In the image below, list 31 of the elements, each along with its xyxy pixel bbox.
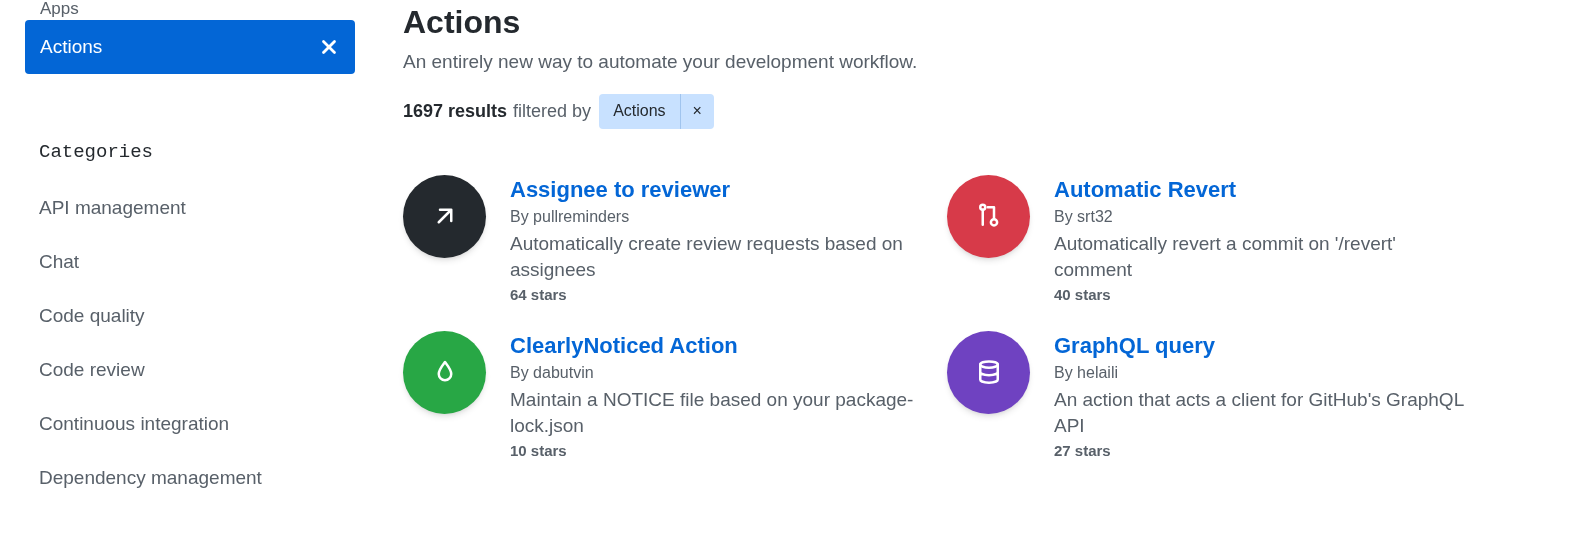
action-title-link[interactable]: Assignee to reviewer [510, 174, 731, 205]
results-text: filtered by [513, 99, 592, 123]
stars-count: 40 stars [1054, 284, 1112, 305]
page-title: Actions [403, 3, 522, 42]
chip-label: Actions [599, 93, 681, 129]
action-title-link[interactable]: Automatic Revert [1054, 174, 1237, 205]
results-count: 1697 results [403, 99, 508, 123]
stars-count: 27 stars [1054, 440, 1112, 461]
section-heading: Categories [39, 140, 155, 165]
category-link[interactable]: Code review [39, 356, 145, 383]
action-description: Automatically create review requests based on assignees [510, 231, 904, 282]
action-author: By pullreminders [510, 206, 631, 227]
stars-count: 64 stars [510, 284, 568, 305]
category-link[interactable]: API management [39, 194, 186, 221]
action-author: By helaili [1054, 362, 1120, 383]
action-description: Maintain a NOTICE file based on your package-lock.json [510, 387, 915, 438]
page-subtitle: An entirely new way to automate your development workflow. [403, 50, 919, 74]
action-author: By srt32 [1054, 206, 1114, 227]
action-title-link[interactable]: GraphQL query [1054, 330, 1215, 361]
chip-remove-button[interactable]: × [680, 93, 714, 129]
action-description: An action that acts a client for GitHub's GraphQL API [1054, 387, 1465, 438]
category-link[interactable]: Code quality [39, 302, 145, 329]
stars-count: 10 stars [510, 440, 568, 461]
action-author: By dabutvin [510, 362, 595, 383]
filter-item[interactable]: Actions [25, 20, 355, 74]
action-title-link[interactable]: ClearlyNoticed Action [510, 330, 738, 361]
action-description: Automatically revert a commit on '/revert' comment [1054, 231, 1397, 282]
filter-item[interactable]: Apps [40, 0, 79, 18]
category-link[interactable]: Continuous integration [39, 410, 230, 437]
category-link[interactable]: Dependency management [39, 464, 262, 491]
category-link[interactable]: Chat [39, 248, 80, 275]
